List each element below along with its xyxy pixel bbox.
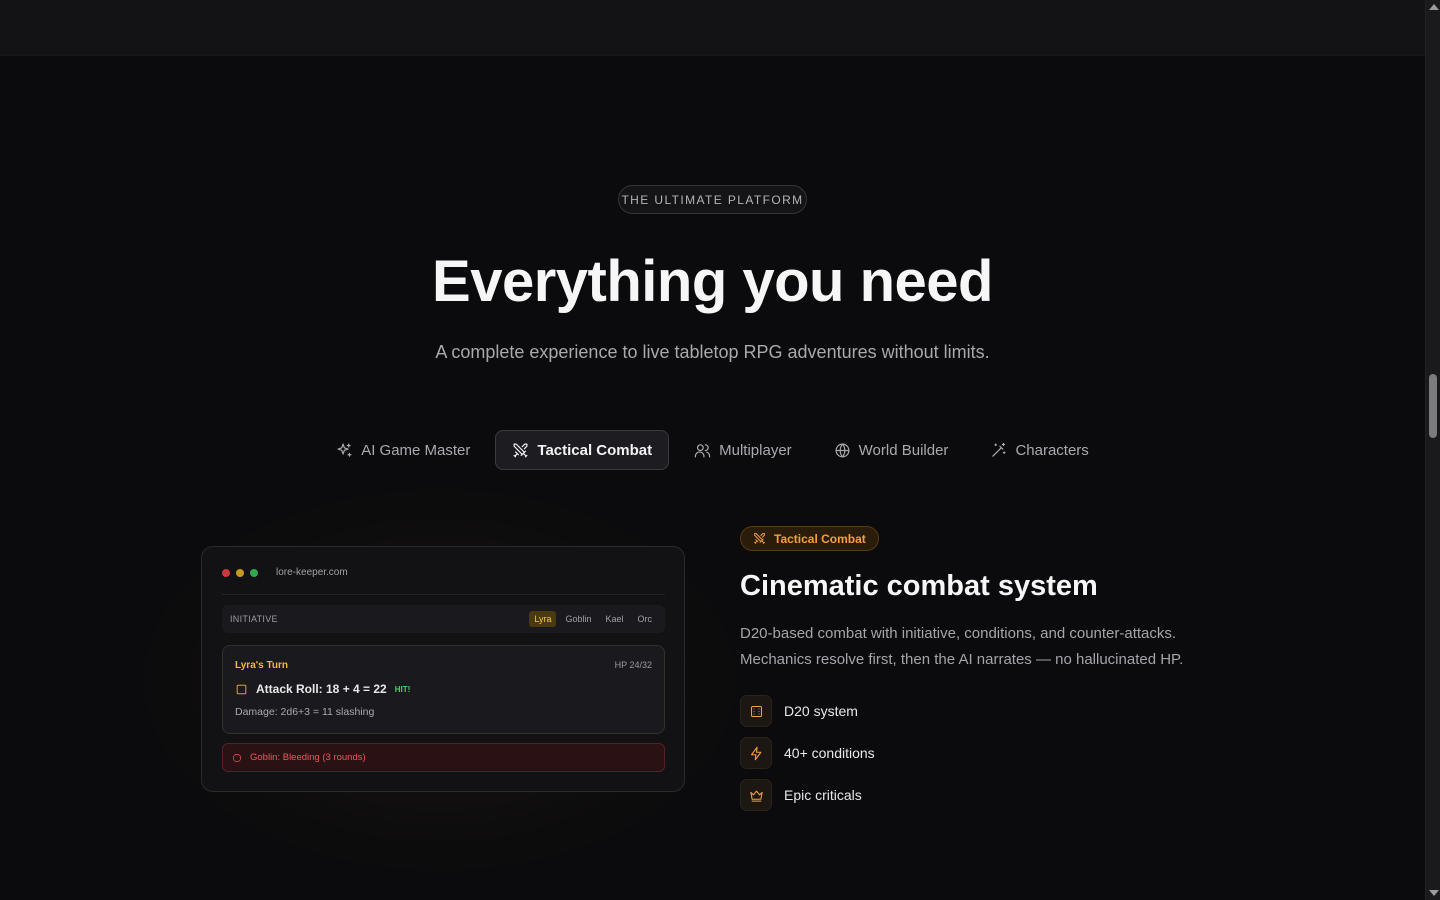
hp-readout: HP 24/32	[614, 660, 652, 670]
feature-badge-label: Tactical Combat	[774, 531, 866, 546]
tab-label: Tactical Combat	[537, 441, 653, 459]
list-item: 40+ conditions	[740, 737, 875, 769]
sparkles-icon	[337, 443, 352, 457]
attack-roll: Attack Roll: 18 + 4 = 22 HIT!	[235, 682, 410, 696]
scroll-up-arrow-icon[interactable]	[1429, 4, 1439, 10]
initiative-bar: INITIATIVE Lyra Goblin Kael Orc	[222, 605, 665, 633]
window-maximize-dot	[250, 568, 258, 577]
magic-wand-icon	[992, 442, 1006, 457]
feature-title: Cinematic combat system	[740, 570, 1098, 602]
dice-icon	[236, 684, 247, 694]
eyebrow-badge: THE ULTIMATE PLATFORM	[618, 185, 807, 214]
condition-banner: Goblin: Bleeding (3 rounds)	[222, 743, 665, 772]
crossed-swords-icon	[513, 443, 528, 457]
initiative-chip-goblin: Goblin	[565, 614, 592, 624]
hit-label: HIT!	[394, 684, 411, 694]
list-item: D20 system	[740, 695, 875, 727]
tab-label: AI Game Master	[361, 441, 471, 459]
tab-ai-game-master[interactable]: AI Game Master	[319, 430, 487, 470]
window-titlebar: lore-keeper.com	[222, 567, 348, 578]
feature-label: D20 system	[784, 703, 858, 719]
combat-preview-window: lore-keeper.com INITIATIVE Lyra Goblin K…	[201, 546, 685, 792]
scrollbar[interactable]	[1425, 0, 1440, 900]
users-icon	[694, 443, 711, 457]
feature-badge: Tactical Combat	[740, 526, 879, 551]
feature-icon-box	[740, 779, 772, 811]
globe-icon	[835, 443, 850, 457]
crown-icon	[749, 790, 763, 802]
tab-multiplayer[interactable]: Multiplayer	[677, 430, 809, 470]
hero-subtitle: A complete experience to live tabletop R…	[435, 342, 990, 362]
initiative-chip-orc: Orc	[637, 614, 653, 624]
feature-label: Epic criticals	[784, 787, 862, 803]
turn-card: Lyra's Turn HP 24/32 Attack Roll: 18 + 4…	[222, 645, 665, 734]
crossed-swords-icon	[754, 533, 765, 544]
damage-text: Damage: 2d6+3 = 11 slashing	[235, 706, 375, 718]
window-minimize-dot	[236, 568, 244, 577]
feature-icon-box	[740, 695, 772, 727]
tab-world-builder[interactable]: World Builder	[817, 430, 966, 470]
condition-circle-icon	[232, 753, 242, 762]
top-navigation-bar	[0, 0, 1425, 56]
dice-icon	[750, 705, 762, 717]
tab-tactical-combat[interactable]: Tactical Combat	[495, 430, 670, 470]
feature-list: D20 system 40+ conditions Epic criticals	[740, 695, 875, 811]
scroll-thumb[interactable]	[1429, 374, 1437, 438]
tab-label: World Builder	[858, 441, 949, 459]
hero-title: Everything you need	[432, 249, 993, 314]
tab-label: Multiplayer	[719, 441, 792, 459]
scroll-down-arrow-icon[interactable]	[1429, 890, 1439, 896]
lightning-icon	[750, 746, 761, 760]
initiative-chip-kael: Kael	[605, 614, 624, 624]
feature-tabs: AI Game Master Tactical Combat Multiplay…	[0, 430, 1425, 470]
initiative-chip-lyra: Lyra	[529, 611, 557, 627]
feature-icon-box	[740, 737, 772, 769]
roll-text: Attack Roll: 18 + 4 = 22	[256, 682, 387, 696]
divider	[222, 594, 665, 595]
window-url: lore-keeper.com	[276, 567, 348, 578]
window-close-dot	[222, 568, 230, 577]
initiative-label: INITIATIVE	[230, 614, 278, 624]
feature-label: 40+ conditions	[784, 745, 875, 761]
list-item: Epic criticals	[740, 779, 875, 811]
tab-characters[interactable]: Characters	[973, 430, 1105, 470]
tab-label: Characters	[1015, 441, 1089, 459]
condition-text: Goblin: Bleeding (3 rounds)	[250, 752, 366, 763]
page: THE ULTIMATE PLATFORM Everything you nee…	[0, 0, 1440, 900]
turn-name: Lyra's Turn	[235, 660, 288, 671]
initiative-order: Lyra Goblin Kael Orc	[529, 611, 657, 627]
feature-description: D20-based combat with initiative, condit…	[740, 625, 1184, 668]
